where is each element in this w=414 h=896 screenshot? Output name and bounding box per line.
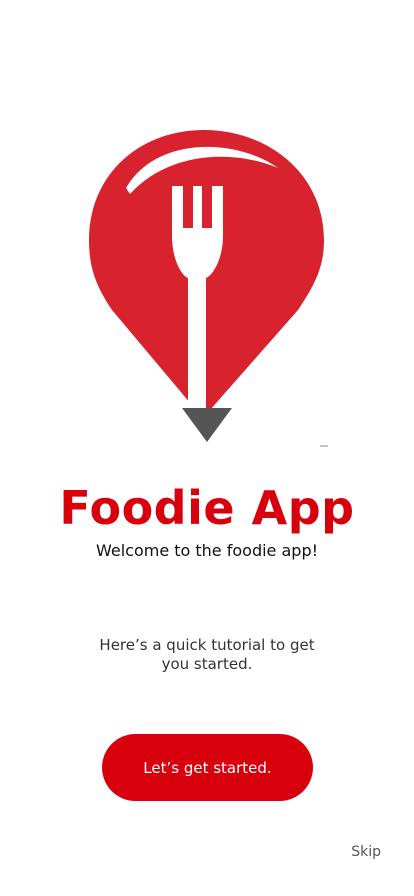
skip-button[interactable]: Skip <box>351 842 381 862</box>
tutorial-text: Here’s a quick tutorial to get you start… <box>99 636 315 673</box>
logo <box>86 128 330 450</box>
app-title: Foodie App <box>59 481 355 535</box>
welcome-subtitle: Welcome to the foodie app! <box>95 541 319 560</box>
map-pin-fork-icon <box>89 130 328 447</box>
get-started-button[interactable]: Let’s get started. <box>102 734 313 801</box>
